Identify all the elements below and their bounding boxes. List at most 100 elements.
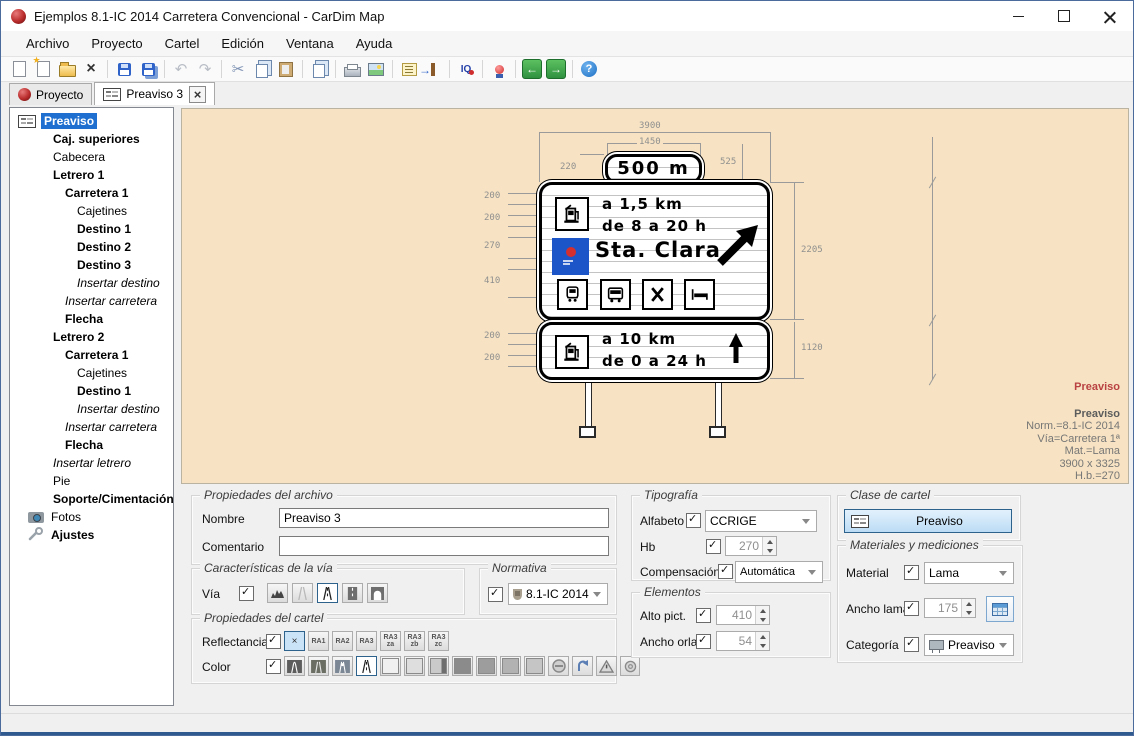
- compensacion-dropdown[interactable]: Automática: [735, 561, 823, 583]
- categoria-dropdown[interactable]: Preaviso: [924, 634, 1014, 656]
- reflectancia-option-ra3[interactable]: RA3: [356, 631, 377, 651]
- menu-proyecto[interactable]: Proyecto: [80, 32, 153, 55]
- tab-proyecto[interactable]: Proyecto: [9, 83, 92, 105]
- via-checkbox[interactable]: [239, 586, 254, 601]
- nombre-input[interactable]: [279, 508, 609, 528]
- delete-button[interactable]: ×: [80, 58, 102, 80]
- material-dropdown[interactable]: Lama: [924, 562, 1014, 584]
- tree-item-ajustes[interactable]: Ajustes: [10, 526, 173, 544]
- color-option-curved-arrow[interactable]: [572, 656, 593, 676]
- color-option-swatch-4[interactable]: [452, 656, 473, 676]
- print-button[interactable]: [341, 58, 363, 80]
- spinner-arrows[interactable]: [762, 537, 776, 555]
- color-option-autovia[interactable]: [332, 656, 353, 676]
- categoria-checkbox[interactable]: [904, 637, 919, 652]
- tree-item-cajetines[interactable]: Cajetines: [10, 202, 173, 220]
- ancho-lamas-checkbox[interactable]: [904, 601, 919, 616]
- reflectancia-option-ra3zc[interactable]: RA3 zc: [428, 631, 449, 651]
- tree-item-insertar-letrero[interactable]: Insertar letrero: [10, 454, 173, 472]
- menu-archivo[interactable]: Archivo: [15, 32, 80, 55]
- forward-button[interactable]: →: [545, 58, 567, 80]
- preview-button[interactable]: IQ: [455, 58, 477, 80]
- spinner-arrows[interactable]: [961, 599, 975, 617]
- alto-pict-spinner[interactable]: 410: [716, 605, 770, 625]
- tab-close-button[interactable]: [189, 86, 206, 103]
- ancho-lamas-spinner[interactable]: 175: [924, 598, 976, 618]
- color-option-road-a[interactable]: [308, 656, 329, 676]
- tree-item-destino-3[interactable]: Destino 3: [10, 256, 173, 274]
- minimize-button[interactable]: [995, 1, 1041, 31]
- tree-item-fotos[interactable]: Fotos: [10, 508, 173, 526]
- back-button[interactable]: ←: [521, 58, 543, 80]
- tree-item-carretera-1b[interactable]: Carretera 1: [10, 346, 173, 364]
- hb-spinner[interactable]: 270: [725, 536, 777, 556]
- tree-item-soporte-cimentacion[interactable]: Soporte/Cimentación: [10, 490, 173, 508]
- tree-item-letrero-2[interactable]: Letrero 2: [10, 328, 173, 346]
- compensacion-checkbox[interactable]: [718, 564, 733, 579]
- sign-preview-canvas[interactable]: 3900 1450 220 525 200 200 270 410 2205 1…: [181, 108, 1129, 484]
- duplicate-button[interactable]: [308, 58, 330, 80]
- tree-item-caj-superiores[interactable]: Caj. superiores: [10, 130, 173, 148]
- alfabeto-dropdown[interactable]: CCRIGE: [705, 510, 817, 532]
- export-image-button[interactable]: [365, 58, 387, 80]
- normativa-checkbox[interactable]: [488, 587, 503, 602]
- menu-cartel[interactable]: Cartel: [154, 32, 211, 55]
- color-option-swatch-1[interactable]: [380, 656, 401, 676]
- import-button[interactable]: [422, 58, 444, 80]
- tree-item-insertar-carretera-b[interactable]: Insertar carretera: [10, 418, 173, 436]
- redo-button[interactable]: ↷: [194, 58, 216, 80]
- properties-button[interactable]: [398, 58, 420, 80]
- reflectancia-option-ra2[interactable]: RA2: [332, 631, 353, 651]
- color-option-swatch-2[interactable]: [404, 656, 425, 676]
- via-option-bridge[interactable]: [367, 583, 388, 603]
- open-button[interactable]: [56, 58, 78, 80]
- color-option-road-selected[interactable]: [356, 656, 377, 676]
- alfabeto-checkbox[interactable]: [686, 513, 701, 528]
- color-option-swatch-5[interactable]: [476, 656, 497, 676]
- via-option-profile[interactable]: [267, 583, 288, 603]
- comentario-input[interactable]: [279, 536, 609, 556]
- via-option-road-dark[interactable]: [342, 583, 363, 603]
- normativa-dropdown[interactable]: 8.1-IC 2014: [508, 583, 608, 605]
- reflectancia-checkbox[interactable]: [266, 634, 281, 649]
- via-option-road-light[interactable]: [292, 583, 313, 603]
- color-option-swatch-3[interactable]: [428, 656, 449, 676]
- tree-item-destino-1b[interactable]: Destino 1: [10, 382, 173, 400]
- cut-button[interactable]: ✂: [227, 58, 249, 80]
- tree-item-cabecera[interactable]: Cabecera: [10, 148, 173, 166]
- menu-ventana[interactable]: Ventana: [275, 32, 345, 55]
- tree-item-insertar-destino-b[interactable]: Insertar destino: [10, 400, 173, 418]
- reflectancia-option-ra3za[interactable]: RA3 za: [380, 631, 401, 651]
- material-checkbox[interactable]: [904, 565, 919, 580]
- tree-item-carretera-1[interactable]: Carretera 1: [10, 184, 173, 202]
- tree-item-insertar-destino[interactable]: Insertar destino: [10, 274, 173, 292]
- color-checkbox[interactable]: [266, 659, 281, 674]
- tree-item-destino-1[interactable]: Destino 1: [10, 220, 173, 238]
- alto-pict-checkbox[interactable]: [696, 608, 711, 623]
- maximize-button[interactable]: [1041, 1, 1087, 31]
- close-button[interactable]: [1087, 1, 1133, 31]
- spinner-arrows[interactable]: [755, 606, 769, 624]
- assistant-button[interactable]: [488, 58, 510, 80]
- tree-item-insertar-carretera[interactable]: Insertar carretera: [10, 292, 173, 310]
- ancho-orla-checkbox[interactable]: [696, 634, 711, 649]
- color-option-motorway[interactable]: [284, 656, 305, 676]
- menu-edicion[interactable]: Edición: [210, 32, 275, 55]
- new-document-button[interactable]: [8, 58, 30, 80]
- hb-checkbox[interactable]: [706, 539, 721, 554]
- save-all-button[interactable]: [137, 58, 159, 80]
- clase-cartel-button[interactable]: Preaviso: [844, 509, 1012, 533]
- save-button[interactable]: [113, 58, 135, 80]
- reflectancia-option-ra3zb[interactable]: RA3 zb: [404, 631, 425, 651]
- paste-button[interactable]: [275, 58, 297, 80]
- color-option-swatch-6[interactable]: [500, 656, 521, 676]
- cabecera-plate[interactable]: 500 m: [605, 154, 702, 184]
- ancho-orla-spinner[interactable]: 54: [716, 631, 770, 651]
- color-option-swatch-7[interactable]: [524, 656, 545, 676]
- spinner-arrows[interactable]: [755, 632, 769, 650]
- menu-ayuda[interactable]: Ayuda: [345, 32, 404, 55]
- color-option-target-circle[interactable]: [620, 656, 640, 676]
- tree-item-flecha-b[interactable]: Flecha: [10, 436, 173, 454]
- letrero2-plate[interactable]: a 10 km de 0 a 24 h: [539, 322, 770, 380]
- reflectancia-option-ra1[interactable]: RA1: [308, 631, 329, 651]
